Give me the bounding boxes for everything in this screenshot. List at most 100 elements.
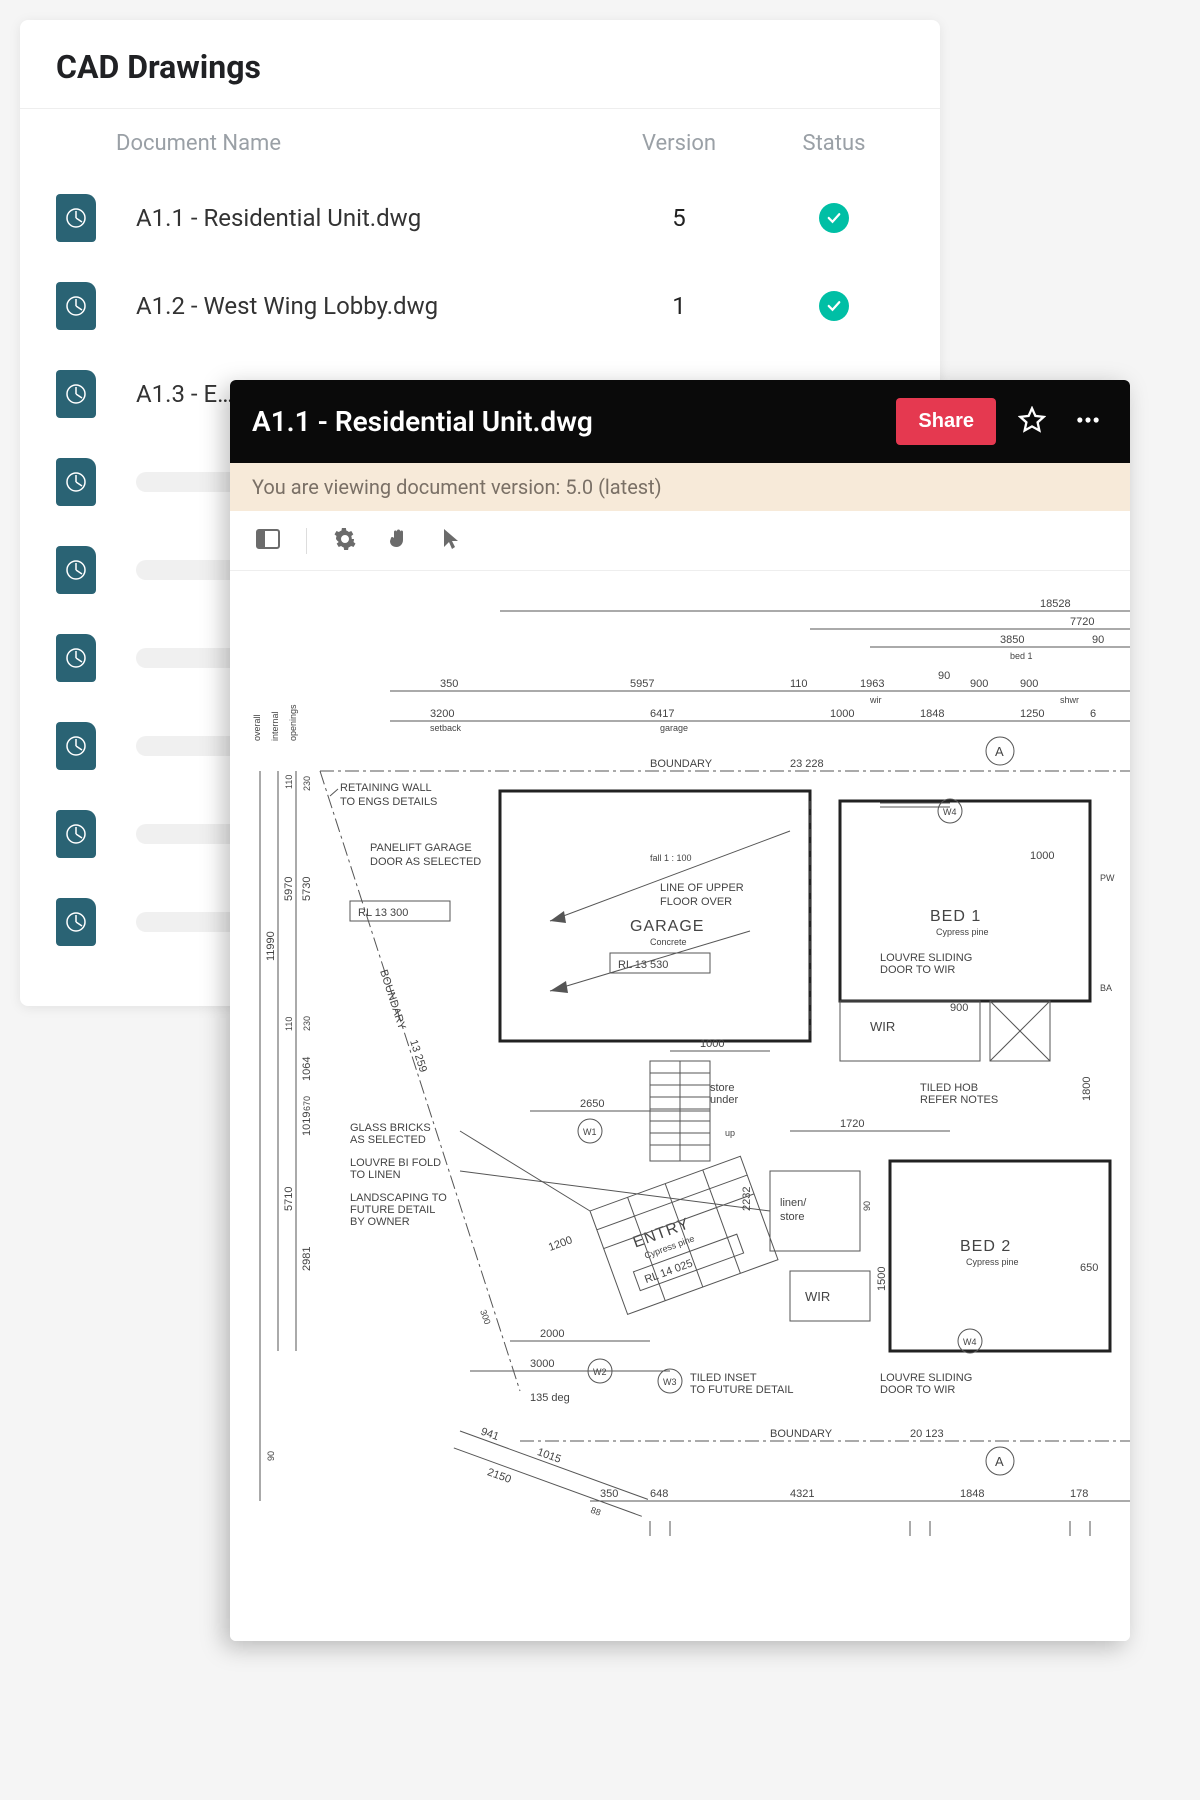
svg-text:1019: 1019 bbox=[301, 1112, 313, 1136]
svg-text:3000: 3000 bbox=[530, 1358, 554, 1370]
svg-text:5730: 5730 bbox=[301, 877, 313, 901]
svg-text:2150: 2150 bbox=[486, 1466, 513, 1486]
svg-text:TILED INSETTO FUTURE DETAIL: TILED INSETTO FUTURE DETAIL bbox=[690, 1372, 794, 1396]
svg-text:LOUVRE BI FOLDTO LINEN: LOUVRE BI FOLDTO LINEN bbox=[350, 1157, 441, 1181]
panel-toggle-button[interactable] bbox=[252, 525, 284, 556]
svg-text:23 228: 23 228 bbox=[790, 758, 824, 770]
svg-text:2000: 2000 bbox=[540, 1328, 564, 1340]
cad-file-icon bbox=[56, 634, 96, 682]
more-menu-button[interactable] bbox=[1068, 400, 1108, 443]
svg-text:13 259: 13 259 bbox=[407, 1038, 429, 1074]
svg-text:wir: wir bbox=[869, 695, 882, 705]
svg-text:LINE OF UPPERFLOOR OVER: LINE OF UPPERFLOOR OVER bbox=[660, 882, 744, 908]
svg-text:300: 300 bbox=[478, 1308, 493, 1326]
svg-text:230: 230 bbox=[302, 1016, 312, 1031]
svg-text:3850: 3850 bbox=[1000, 634, 1024, 646]
svg-text:5970: 5970 bbox=[283, 877, 295, 901]
version-notice: You are viewing document version: 5.0 (l… bbox=[230, 463, 1130, 511]
col-name-header: Document Name bbox=[116, 131, 594, 156]
svg-text:1000: 1000 bbox=[830, 708, 854, 720]
svg-text:900: 900 bbox=[970, 678, 988, 690]
svg-text:GARAGE: GARAGE bbox=[630, 918, 704, 935]
svg-text:WIR: WIR bbox=[805, 1289, 830, 1304]
col-status-header: Status bbox=[764, 131, 904, 156]
share-button[interactable]: Share bbox=[896, 398, 996, 445]
col-version-header: Version bbox=[594, 131, 764, 156]
svg-text:RETAINING WALLTO ENGS DETAILS: RETAINING WALLTO ENGS DETAILS bbox=[340, 782, 437, 808]
svg-text:1200: 1200 bbox=[547, 1234, 574, 1254]
panel-title: CAD Drawings bbox=[20, 20, 940, 109]
svg-text:4321: 4321 bbox=[790, 1488, 814, 1500]
svg-text:1000: 1000 bbox=[1030, 850, 1054, 862]
svg-text:648: 648 bbox=[650, 1488, 668, 1500]
svg-text:90: 90 bbox=[862, 1201, 872, 1211]
svg-text:3200: 3200 bbox=[430, 708, 454, 720]
svg-text:20 123: 20 123 bbox=[910, 1428, 944, 1440]
svg-text:1000: 1000 bbox=[700, 1038, 724, 1050]
svg-text:BA: BA bbox=[1100, 983, 1112, 993]
svg-text:BED 1: BED 1 bbox=[930, 908, 981, 925]
svg-text:LANDSCAPING TOFUTURE DETAILBY: LANDSCAPING TOFUTURE DETAILBY OWNER bbox=[350, 1192, 447, 1228]
svg-text:1500: 1500 bbox=[876, 1267, 888, 1291]
favorite-button[interactable] bbox=[1012, 400, 1052, 443]
svg-text:178: 178 bbox=[1070, 1488, 1088, 1500]
svg-text:A: A bbox=[995, 1454, 1004, 1469]
cad-file-icon bbox=[56, 370, 96, 418]
doc-version: 1 bbox=[594, 292, 764, 320]
svg-text:GLASS BRICKSAS SELECTED: GLASS BRICKSAS SELECTED bbox=[350, 1122, 431, 1146]
svg-text:setback: setback bbox=[430, 723, 462, 733]
status-ok-icon bbox=[819, 203, 849, 233]
svg-text:storeunder: storeunder bbox=[710, 1082, 738, 1106]
pointer-tool-button[interactable] bbox=[437, 523, 465, 558]
svg-text:overall: overall bbox=[252, 714, 262, 741]
cad-drawing-canvas[interactable]: overall internal openings 18528 7720 385… bbox=[230, 571, 1130, 1641]
svg-text:2981: 2981 bbox=[301, 1247, 313, 1271]
doc-name: A1.2 - West Wing Lobby.dwg bbox=[116, 292, 594, 320]
svg-text:650: 650 bbox=[1080, 1262, 1098, 1274]
svg-text:W3: W3 bbox=[663, 1377, 677, 1387]
viewer-toolbar bbox=[230, 511, 1130, 571]
svg-text:6: 6 bbox=[1090, 708, 1096, 720]
svg-text:110: 110 bbox=[790, 678, 808, 690]
svg-text:PW: PW bbox=[1100, 873, 1115, 883]
settings-button[interactable] bbox=[329, 523, 361, 558]
svg-text:1720: 1720 bbox=[840, 1118, 864, 1130]
svg-text:11990: 11990 bbox=[265, 931, 277, 961]
viewer-header: A1.1 - Residential Unit.dwg Share bbox=[230, 380, 1130, 463]
status-ok-icon bbox=[819, 291, 849, 321]
list-header: Document Name Version Status bbox=[20, 109, 940, 174]
document-viewer: A1.1 - Residential Unit.dwg Share You ar… bbox=[230, 380, 1130, 1641]
svg-text:90: 90 bbox=[938, 670, 950, 682]
svg-text:BED 2: BED 2 bbox=[960, 1238, 1011, 1255]
svg-text:W1: W1 bbox=[583, 1127, 597, 1137]
svg-text:1800: 1800 bbox=[1081, 1077, 1093, 1101]
svg-text:1250: 1250 bbox=[1020, 708, 1044, 720]
svg-text:RL 13 300: RL 13 300 bbox=[358, 907, 408, 919]
svg-text:1963: 1963 bbox=[860, 678, 884, 690]
svg-text:BOUNDARY: BOUNDARY bbox=[770, 1428, 833, 1440]
svg-text:2650: 2650 bbox=[580, 1098, 604, 1110]
svg-text:1064: 1064 bbox=[301, 1057, 313, 1081]
svg-text:6417: 6417 bbox=[650, 708, 674, 720]
svg-text:fall 1 : 100: fall 1 : 100 bbox=[650, 853, 692, 863]
viewer-title: A1.1 - Residential Unit.dwg bbox=[252, 405, 880, 438]
pan-tool-button[interactable] bbox=[383, 523, 415, 558]
svg-text:BOUNDARY: BOUNDARY bbox=[377, 968, 408, 1031]
svg-text:941: 941 bbox=[479, 1426, 500, 1444]
svg-text:linen/store: linen/store bbox=[780, 1197, 807, 1223]
doc-version: 5 bbox=[594, 204, 764, 232]
svg-text:Cypress pine: Cypress pine bbox=[936, 927, 989, 937]
svg-text:bed 1: bed 1 bbox=[1010, 651, 1033, 661]
table-row[interactable]: A1.2 - West Wing Lobby.dwg 1 bbox=[20, 262, 940, 350]
svg-text:PANELIFT GARAGEDOOR AS SELECTE: PANELIFT GARAGEDOOR AS SELECTED bbox=[370, 842, 481, 868]
svg-text:1015: 1015 bbox=[536, 1446, 563, 1466]
svg-text:110: 110 bbox=[284, 1017, 294, 1031]
svg-text:5710: 5710 bbox=[283, 1187, 295, 1211]
svg-text:900: 900 bbox=[950, 1002, 968, 1014]
svg-text:W4: W4 bbox=[963, 1337, 977, 1347]
svg-text:Concrete: Concrete bbox=[650, 937, 687, 947]
table-row[interactable]: A1.1 - Residential Unit.dwg 5 bbox=[20, 174, 940, 262]
svg-text:110: 110 bbox=[284, 775, 294, 789]
svg-text:garage: garage bbox=[660, 723, 688, 733]
svg-text:WIR: WIR bbox=[870, 1019, 895, 1034]
